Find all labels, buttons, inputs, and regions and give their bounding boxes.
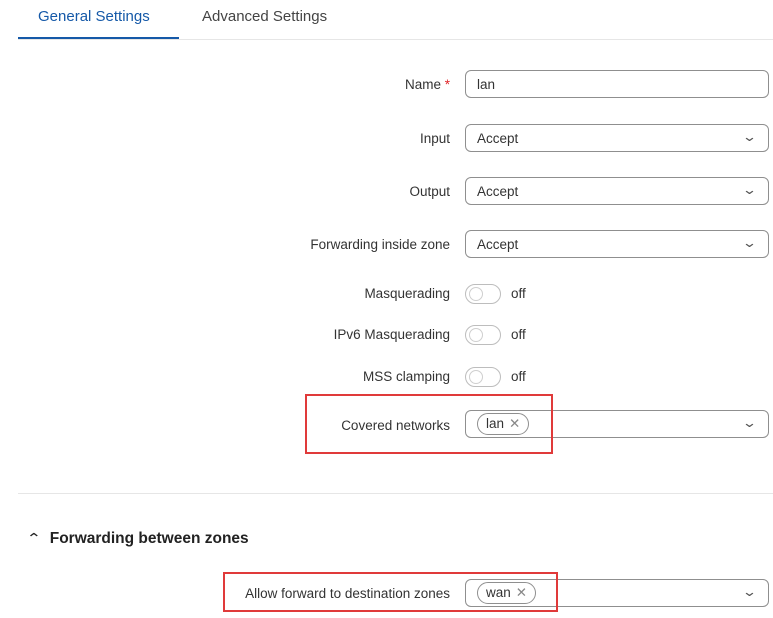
input-label: Input [419, 131, 450, 146]
mss-clamping-label: MSS clamping [362, 369, 450, 384]
chevron-down-icon: ⌄ [741, 235, 758, 250]
toggle-knob [469, 370, 483, 384]
input-row: Input Accept ⌄ [0, 123, 773, 163]
chevron-down-icon: ⌄ [741, 415, 758, 430]
masquerading-state: off [511, 286, 526, 301]
masquerading-row: Masquerading off [0, 284, 773, 324]
forwarding-section-header[interactable]: ⌃ Forwarding between zones [26, 530, 249, 548]
settings-tabs: General Settings Advanced Settings [0, 0, 773, 40]
input-select-value: Accept [477, 131, 519, 146]
toggle-knob [469, 287, 483, 301]
chevron-down-icon: ⌄ [741, 182, 758, 197]
section-title: Forwarding between zones [49, 530, 249, 547]
required-mark: * [444, 77, 450, 92]
name-label: Name * [404, 77, 450, 92]
name-input[interactable]: lan [465, 70, 769, 98]
name-input-value: lan [477, 77, 496, 92]
highlight-box-covered-networks [305, 394, 553, 454]
highlight-box-allow-forward [223, 572, 558, 612]
output-select[interactable]: Accept ⌄ [465, 177, 769, 205]
chevron-down-icon: ⌄ [741, 129, 758, 144]
toggle-knob [469, 328, 483, 342]
ipv6-masquerading-label: IPv6 Masquerading [333, 327, 450, 342]
forwarding-inside-zone-select[interactable]: Accept ⌄ [465, 230, 769, 258]
forwarding-inside-zone-label: Forwarding inside zone [310, 237, 450, 252]
ipv6-masquerading-row: IPv6 Masquerading off [0, 325, 773, 365]
tab-advanced-settings[interactable]: Advanced Settings [202, 8, 327, 25]
output-select-value: Accept [477, 184, 519, 199]
ipv6-masquerading-state: off [511, 327, 526, 342]
section-divider [18, 493, 773, 494]
masquerading-label: Masquerading [364, 286, 450, 301]
name-row: Name * lan [0, 70, 773, 110]
ipv6-masquerading-toggle[interactable] [465, 325, 501, 345]
output-label: Output [409, 184, 450, 199]
chevron-up-icon: ⌃ [26, 530, 42, 546]
masquerading-toggle[interactable] [465, 284, 501, 304]
mss-clamping-toggle[interactable] [465, 367, 501, 387]
input-select[interactable]: Accept ⌄ [465, 124, 769, 152]
forwarding-inside-zone-row: Forwarding inside zone Accept ⌄ [0, 230, 773, 270]
mss-clamping-state: off [511, 369, 526, 384]
chevron-down-icon: ⌄ [741, 584, 758, 599]
tabs-divider [18, 39, 773, 40]
tab-general-settings[interactable]: General Settings [38, 8, 150, 25]
forwarding-inside-zone-value: Accept [477, 237, 519, 252]
output-row: Output Accept ⌄ [0, 177, 773, 217]
